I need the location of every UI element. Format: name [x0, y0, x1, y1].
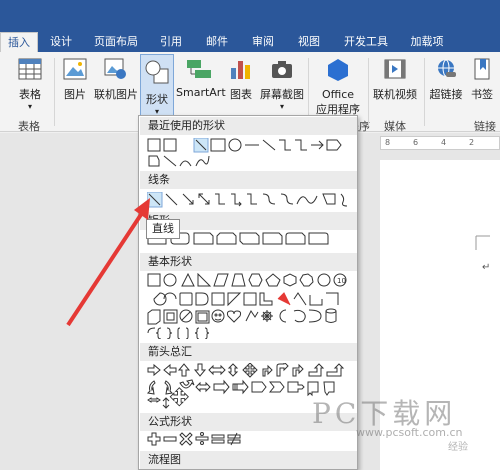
watermark-url: www.pcsoft.com.cn: [356, 426, 463, 439]
watermark-tag: 经验: [448, 442, 468, 453]
